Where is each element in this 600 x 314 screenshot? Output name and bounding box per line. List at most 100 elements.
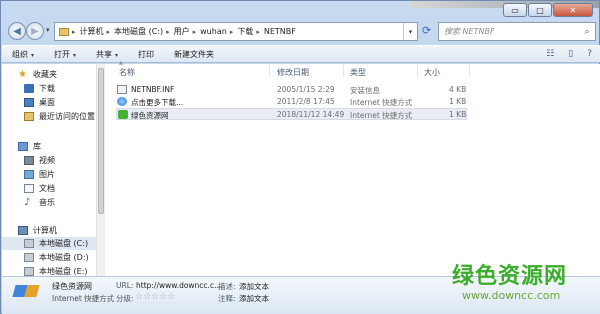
sidebar-item-drive-e[interactable]: 本地磁盘 (E:) (24, 265, 88, 276)
close-button[interactable]: ✕ (553, 3, 593, 17)
chevron-right-icon[interactable]: ▸ (256, 28, 260, 36)
file-size: 4 KB (449, 85, 467, 94)
new-folder-button[interactable]: 新建文件夹 (174, 49, 214, 60)
watermark-text: 绿色资源网 (452, 264, 568, 289)
view-options-icon[interactable]: ☷ (546, 49, 554, 59)
address-dropdown-icon[interactable]: ▾ (403, 23, 417, 40)
file-type: Internet 快捷方式 (350, 111, 413, 120)
column-divider[interactable] (417, 64, 418, 78)
details-url-label: URL: (116, 281, 134, 290)
navigation-scrollbar[interactable] (96, 64, 105, 276)
breadcrumb-computer[interactable]: 计算机 (80, 26, 104, 37)
chevron-right-icon[interactable]: ▸ (193, 28, 197, 36)
navigation-pane: ★ 收藏夹 下载 桌面 最近访问的位置 库 视频 图片 文档 ♪ 音乐 计算机 … (2, 64, 96, 276)
column-header-date[interactable]: 修改日期 (277, 67, 309, 78)
column-divider[interactable] (343, 64, 344, 78)
refresh-icon[interactable]: ⟳ (422, 24, 431, 37)
breadcrumb-users[interactable]: 用户 (174, 26, 190, 37)
search-input[interactable]: 搜索 NETNBF ⌕ (438, 22, 596, 41)
sidebar-label: 下载 (39, 84, 55, 93)
picture-icon (24, 170, 34, 179)
details-file-name: 绿色资源网 (52, 282, 92, 291)
breadcrumb-drive-c[interactable]: 本地磁盘 (C:) (114, 26, 163, 37)
file-date: 2005/1/15 2:29 (277, 85, 335, 94)
details-url-value[interactable]: http://www.downcc.c... (136, 281, 221, 290)
search-placeholder: 搜索 NETNBF (444, 27, 495, 36)
sidebar-item-pictures[interactable]: 图片 (24, 168, 55, 181)
column-divider[interactable] (269, 64, 270, 78)
column-header-type[interactable]: 类型 (350, 67, 366, 78)
sidebar-label: 计算机 (33, 226, 57, 235)
arrow-left-icon: ◀ (13, 25, 21, 37)
column-header-name[interactable]: ▲ 名称 (119, 60, 135, 78)
address-row: ◀ ▶ ▾ ▸ 计算机 ▸ 本地磁盘 (C:) ▸ 用户 ▸ wuhan ▸ 下… (4, 20, 598, 44)
details-file-type: Internet 快捷方式 (52, 294, 115, 303)
column-header-size[interactable]: 大小 (424, 67, 440, 78)
minimize-button[interactable]: ▭ (503, 3, 527, 17)
sidebar-item-desktop[interactable]: 桌面 (24, 96, 55, 109)
column-divider[interactable] (469, 64, 470, 78)
chevron-right-icon[interactable]: ▸ (72, 28, 76, 36)
preview-pane-icon[interactable]: ▯ (568, 49, 573, 59)
organize-button[interactable]: 组织 ▾ (12, 49, 34, 60)
open-label: 打开 (54, 49, 71, 59)
library-icon (18, 142, 28, 151)
arrow-right-icon: ▶ (31, 25, 39, 37)
sidebar-label: 本地磁盘 (D:) (39, 253, 89, 262)
file-row[interactable]: NETNBF.INF 2005/1/15 2:29 安装信息 4 KB (116, 84, 467, 96)
details-desc-value[interactable]: 添加文本 (239, 281, 269, 292)
computer-icon (18, 226, 28, 235)
forward-button[interactable]: ▶ (26, 22, 44, 40)
shortcut-large-icon (12, 281, 40, 309)
breadcrumb-netnbf[interactable]: NETNBF (264, 27, 296, 36)
share-button[interactable]: 共享 ▾ (96, 49, 118, 60)
sidebar-favorites[interactable]: ★ 收藏夹 (18, 68, 57, 81)
drive-icon (24, 267, 34, 276)
scrollbar-thumb[interactable] (98, 68, 104, 214)
star-icon: ★ (18, 69, 27, 80)
file-name: 点击更多下载... (131, 98, 184, 107)
file-name: 绿色资源网 (131, 111, 169, 120)
sidebar-item-documents[interactable]: 文档 (24, 182, 55, 195)
sidebar-item-music[interactable]: ♪ 音乐 (24, 196, 55, 209)
content-area: ★ 收藏夹 下载 桌面 最近访问的位置 库 视频 图片 文档 ♪ 音乐 计算机 … (2, 60, 600, 276)
file-date: 2018/11/12 14:49 (277, 110, 345, 119)
search-icon[interactable]: ⌕ (579, 27, 595, 37)
history-dropdown-icon[interactable]: ▾ (46, 26, 50, 34)
back-button[interactable]: ◀ (8, 22, 26, 40)
sidebar-item-drive-c[interactable]: 本地磁盘 (C:) (2, 237, 96, 250)
breadcrumb-wuhan[interactable]: wuhan (200, 27, 227, 36)
sidebar-label: 本地磁盘 (C:) (39, 239, 89, 248)
chevron-right-icon[interactable]: ▸ (107, 28, 111, 36)
chevron-right-icon[interactable]: ▸ (166, 28, 170, 36)
organize-label: 组织 (12, 49, 28, 59)
sort-arrow-icon: ▲ (119, 60, 123, 66)
sidebar-item-downloads[interactable]: 下载 (24, 82, 55, 95)
print-button[interactable]: 打印 (138, 49, 154, 60)
sidebar-item-videos[interactable]: 视频 (24, 154, 55, 167)
sidebar-item-drive-d[interactable]: 本地磁盘 (D:) (24, 251, 89, 264)
open-button[interactable]: 打开 ▾ (54, 49, 76, 60)
file-row-selected[interactable]: 绿色资源网 2018/11/12 14:49 Internet 快捷方式 1 K… (116, 108, 467, 120)
chevron-down-icon: ▾ (115, 51, 119, 59)
details-comment-value[interactable]: 添加文本 (239, 293, 269, 304)
address-bar[interactable]: ▸ 计算机 ▸ 本地磁盘 (C:) ▸ 用户 ▸ wuhan ▸ 下载 ▸ NE… (54, 22, 418, 41)
folder-icon (59, 27, 69, 36)
sidebar-libraries[interactable]: 库 (18, 140, 41, 153)
music-icon: ♪ (24, 197, 31, 208)
internet-shortcut-icon (117, 97, 127, 106)
recent-places-icon (24, 112, 34, 121)
watermark-url: www.downcc.com (462, 289, 561, 302)
help-icon[interactable]: ? (587, 49, 592, 59)
breadcrumb-downloads[interactable]: 下载 (237, 26, 253, 37)
rating-stars[interactable]: ☆☆☆☆☆ (135, 292, 175, 302)
sidebar-computer[interactable]: 计算机 (18, 224, 57, 237)
view-controls: ☷ ▯ ? (532, 49, 592, 59)
maximize-button[interactable]: □ (528, 3, 552, 17)
details-rating-label: 分级: (116, 294, 134, 303)
sidebar-label: 图片 (39, 170, 55, 179)
sidebar-label: 收藏夹 (33, 70, 57, 79)
file-row[interactable]: 点击更多下载... 2011/2/8 17:45 Internet 快捷方式 1… (116, 96, 467, 108)
sidebar-item-recent[interactable]: 最近访问的位置 (24, 110, 95, 123)
chevron-right-icon[interactable]: ▸ (230, 28, 234, 36)
